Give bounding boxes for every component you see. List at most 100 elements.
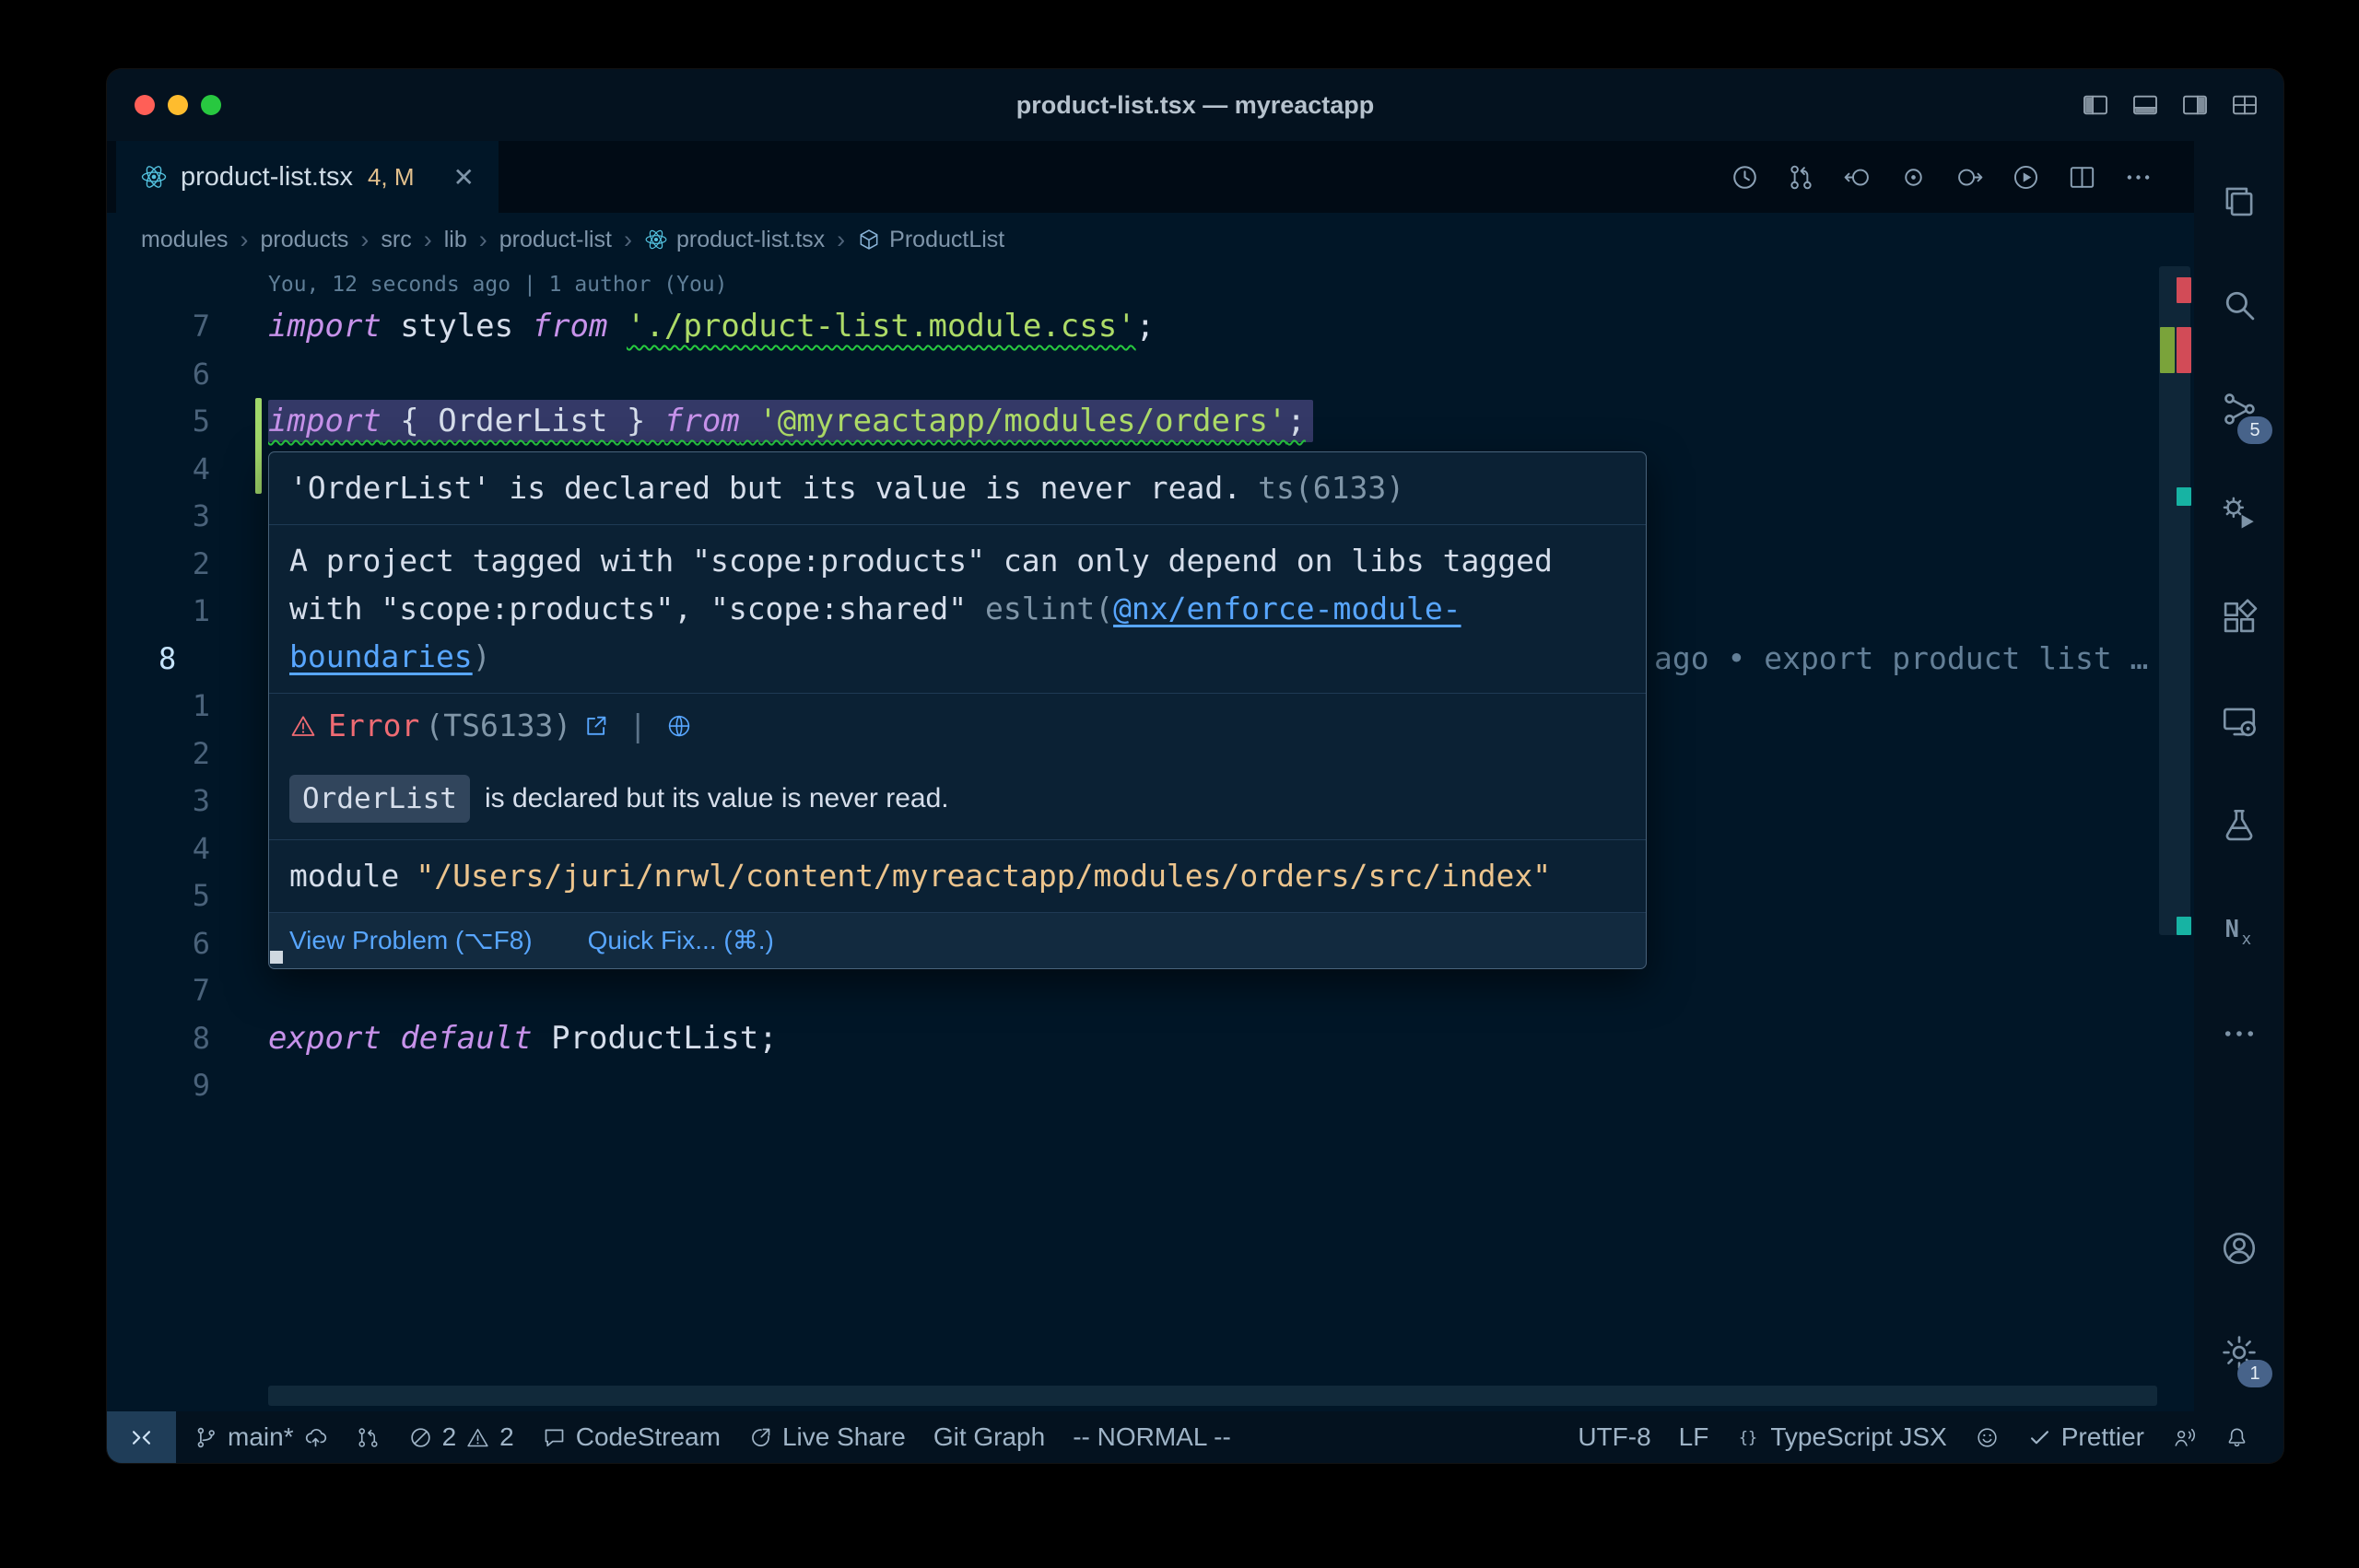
- code-token[interactable]: ;: [1286, 403, 1305, 439]
- breadcrumb-item-lib[interactable]: lib: [444, 227, 467, 253]
- activity-item-source-control[interactable]: 5: [2194, 357, 2283, 461]
- activity-item-search[interactable]: [2194, 252, 2283, 357]
- line-number[interactable]: 8: [107, 1015, 210, 1063]
- breadcrumb-item-productlist[interactable]: ProductList: [857, 227, 1004, 253]
- layout-panel-icon[interactable]: [2130, 90, 2160, 120]
- code-token[interactable]: from: [533, 308, 608, 345]
- line-number[interactable]: 6: [107, 351, 210, 399]
- code-token[interactable]: import: [268, 308, 381, 345]
- compare-changes-icon[interactable]: [1786, 162, 1816, 193]
- code-token[interactable]: default: [400, 1020, 532, 1057]
- tab-close-icon[interactable]: ✕: [453, 162, 475, 193]
- checkpoint-icon[interactable]: [1898, 162, 1929, 193]
- breadcrumb-item-product-list[interactable]: product-list: [499, 227, 612, 253]
- code-token[interactable]: styles: [381, 308, 533, 345]
- svg-text:{}: {}: [1739, 1428, 1757, 1446]
- line-number[interactable]: 4: [107, 825, 210, 873]
- status-item-language-mode[interactable]: {}TypeScript JSX: [1722, 1411, 1960, 1463]
- status-item-codestream[interactable]: CodeStream: [528, 1411, 734, 1463]
- activity-item-additional-views[interactable]: [2194, 981, 2283, 1085]
- activity-item-explorer[interactable]: [2194, 148, 2283, 252]
- code-token[interactable]: [740, 403, 758, 439]
- layout-sidebar-right-icon[interactable]: [2180, 90, 2210, 120]
- view-problem-link[interactable]: View Problem (⌥F8): [289, 924, 533, 957]
- tab-product-list[interactable]: product-list.tsx 4, M ✕: [116, 141, 499, 213]
- more-actions-icon[interactable]: [2123, 162, 2154, 193]
- navigate-forward-icon[interactable]: [1954, 162, 1985, 193]
- line-number[interactable]: 5: [107, 872, 210, 920]
- breadcrumb-item-modules[interactable]: modules: [141, 227, 229, 253]
- line-number[interactable]: 3: [107, 493, 210, 541]
- status-item-notifications[interactable]: [2211, 1411, 2263, 1463]
- hover-resize-grip[interactable]: [270, 951, 283, 964]
- titlebar[interactable]: product-list.tsx — myreactapp: [107, 69, 2283, 141]
- code-line[interactable]: 6: [107, 351, 2194, 399]
- gutter-modified-indicator: [255, 398, 262, 494]
- line-number[interactable]: 1: [107, 588, 210, 636]
- layout-grid-icon[interactable]: [2230, 90, 2259, 120]
- activity-item-remote-explorer[interactable]: [2194, 669, 2283, 773]
- status-item-vim-mode[interactable]: -- NORMAL --: [1059, 1411, 1245, 1463]
- breadcrumb-item-product-list-tsx[interactable]: product-list.tsx: [644, 227, 825, 253]
- code-token[interactable]: './product-list.module.css': [627, 308, 1136, 345]
- line-number[interactable]: 7: [107, 303, 210, 351]
- run-file-icon[interactable]: [2011, 162, 2041, 193]
- code-text: export default ProductList;: [268, 1015, 778, 1063]
- line-number[interactable]: 5: [107, 398, 210, 446]
- layout-sidebar-left-icon[interactable]: [2081, 90, 2110, 120]
- timeline-icon[interactable]: [1730, 162, 1760, 193]
- status-item-live-share[interactable]: Live Share: [734, 1411, 920, 1463]
- activity-item-settings[interactable]: 1: [2194, 1300, 2283, 1404]
- open-externally-icon[interactable]: [582, 712, 610, 740]
- code-token[interactable]: ProductList;: [533, 1020, 778, 1057]
- code-token[interactable]: ;: [1136, 308, 1155, 345]
- horizontal-scrollbar[interactable]: [268, 1386, 2157, 1406]
- codelens-blame[interactable]: You, 12 seconds ago | 1 author (You): [107, 266, 2194, 303]
- code-token[interactable]: [381, 1020, 400, 1057]
- status-item-encoding[interactable]: UTF-8: [1564, 1411, 1664, 1463]
- line-number[interactable]: 2: [107, 541, 210, 589]
- line-number[interactable]: 6: [107, 920, 210, 968]
- status-item-end-of-line[interactable]: LF: [1665, 1411, 1723, 1463]
- code-token[interactable]: from: [664, 403, 740, 439]
- navigate-back-icon[interactable]: [1842, 162, 1872, 193]
- activity-item-extensions[interactable]: [2194, 565, 2283, 669]
- code-token[interactable]: import: [268, 403, 381, 439]
- line-number[interactable]: 3: [107, 778, 210, 825]
- breadcrumb-item-products[interactable]: products: [261, 227, 349, 253]
- code-line[interactable]: 7 import styles from './product-list.modu…: [107, 303, 2194, 351]
- code-line[interactable]: 9: [107, 1062, 2194, 1110]
- status-item-git-graph[interactable]: Git Graph: [920, 1411, 1059, 1463]
- status-item-problems[interactable]: 22: [394, 1411, 528, 1463]
- status-item-prettier[interactable]: Prettier: [2013, 1411, 2158, 1463]
- quick-fix-link[interactable]: Quick Fix... (⌘.): [588, 924, 774, 957]
- docs-globe-icon[interactable]: [665, 712, 693, 740]
- activity-item-nx-console[interactable]: Nx: [2194, 877, 2283, 981]
- code-token[interactable]: export: [268, 1020, 381, 1057]
- status-item-git-pull-request[interactable]: [342, 1411, 394, 1463]
- line-number[interactable]: 9: [107, 1062, 210, 1110]
- code-token[interactable]: [607, 308, 626, 345]
- status-item-remote-indicator[interactable]: [107, 1411, 176, 1463]
- line-number[interactable]: 7: [107, 967, 210, 1015]
- activity-bar: 5 Nx 1: [2194, 141, 2283, 1411]
- code-token[interactable]: { OrderList }: [381, 403, 664, 439]
- status-item-screencast[interactable]: [2158, 1411, 2211, 1463]
- line-number[interactable]: 4: [107, 446, 210, 494]
- split-editor-icon[interactable]: [2067, 162, 2097, 193]
- activity-item-testing[interactable]: [2194, 773, 2283, 877]
- code-line[interactable]: 8 export default ProductList;: [107, 1015, 2194, 1063]
- status-item-feedback-smiley[interactable]: [1961, 1411, 2013, 1463]
- code-line[interactable]: 7: [107, 967, 2194, 1015]
- extensions-icon: [2220, 598, 2259, 637]
- code-token[interactable]: '@myreactapp/modules/orders': [758, 403, 1286, 439]
- breadcrumb-item-src[interactable]: src: [381, 227, 411, 253]
- code-line[interactable]: 5 import { OrderList } from '@myreactapp/…: [107, 398, 2194, 446]
- activity-item-run-and-debug[interactable]: [2194, 461, 2283, 565]
- line-number[interactable]: 8: [107, 636, 210, 684]
- line-number[interactable]: 2: [107, 731, 210, 778]
- status-item-git-branch[interactable]: main*: [180, 1411, 342, 1463]
- line-number[interactable]: 1: [107, 683, 210, 731]
- activity-item-accounts[interactable]: [2194, 1196, 2283, 1300]
- code-editor[interactable]: You, 12 seconds ago | 1 author (You)7imp…: [107, 266, 2194, 1411]
